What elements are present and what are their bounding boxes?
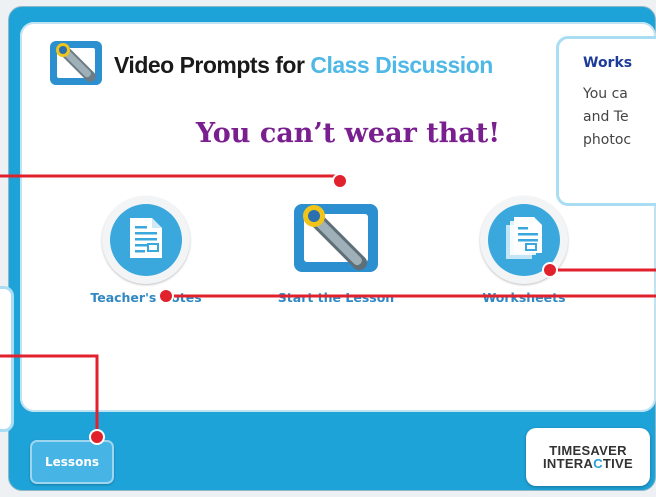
tooltip-title: Works (583, 55, 633, 71)
header: Video Prompts for Class Discussion (48, 40, 493, 90)
brand-logo: TIMESAVER INTERACTIVE (526, 428, 650, 486)
start-lesson-button[interactable]: Start the Lesson (266, 196, 406, 305)
worksheets-circle (480, 196, 568, 284)
worksheets-button[interactable]: Worksheets (462, 196, 586, 305)
start-lesson-label: Start the Lesson (277, 290, 395, 305)
worksheets-label: Worksheets (482, 290, 566, 305)
video-camera-icon (48, 37, 108, 93)
stacked-documents-icon (504, 215, 544, 265)
tooltip-line: photoc (583, 132, 632, 148)
tooltip-line: You ca (583, 86, 628, 102)
teachers-notes-button[interactable]: Teacher's Notes (84, 196, 208, 305)
app-title-part1: Video Prompts for (114, 51, 311, 78)
teachers-notes-label: Teacher's Notes (90, 290, 202, 305)
teachers-notes-circle (102, 196, 190, 284)
app-title-part2: Class Discussion (310, 51, 493, 78)
app-title: Video Prompts for Class Discussion (114, 52, 493, 79)
tooltip-body: You ca and Te photoc (583, 83, 656, 152)
start-lesson-icon (290, 196, 382, 284)
document-icon (128, 216, 164, 264)
left-tooltip (0, 286, 14, 432)
lessons-button[interactable]: Lessons (30, 440, 114, 484)
tooltip-line: and Te (583, 109, 629, 125)
worksheets-tooltip: Works You ca and Te photoc (556, 36, 656, 206)
lesson-title: You can’t wear that! (195, 118, 501, 149)
brand-line2: INTERACTIVE (542, 456, 633, 471)
